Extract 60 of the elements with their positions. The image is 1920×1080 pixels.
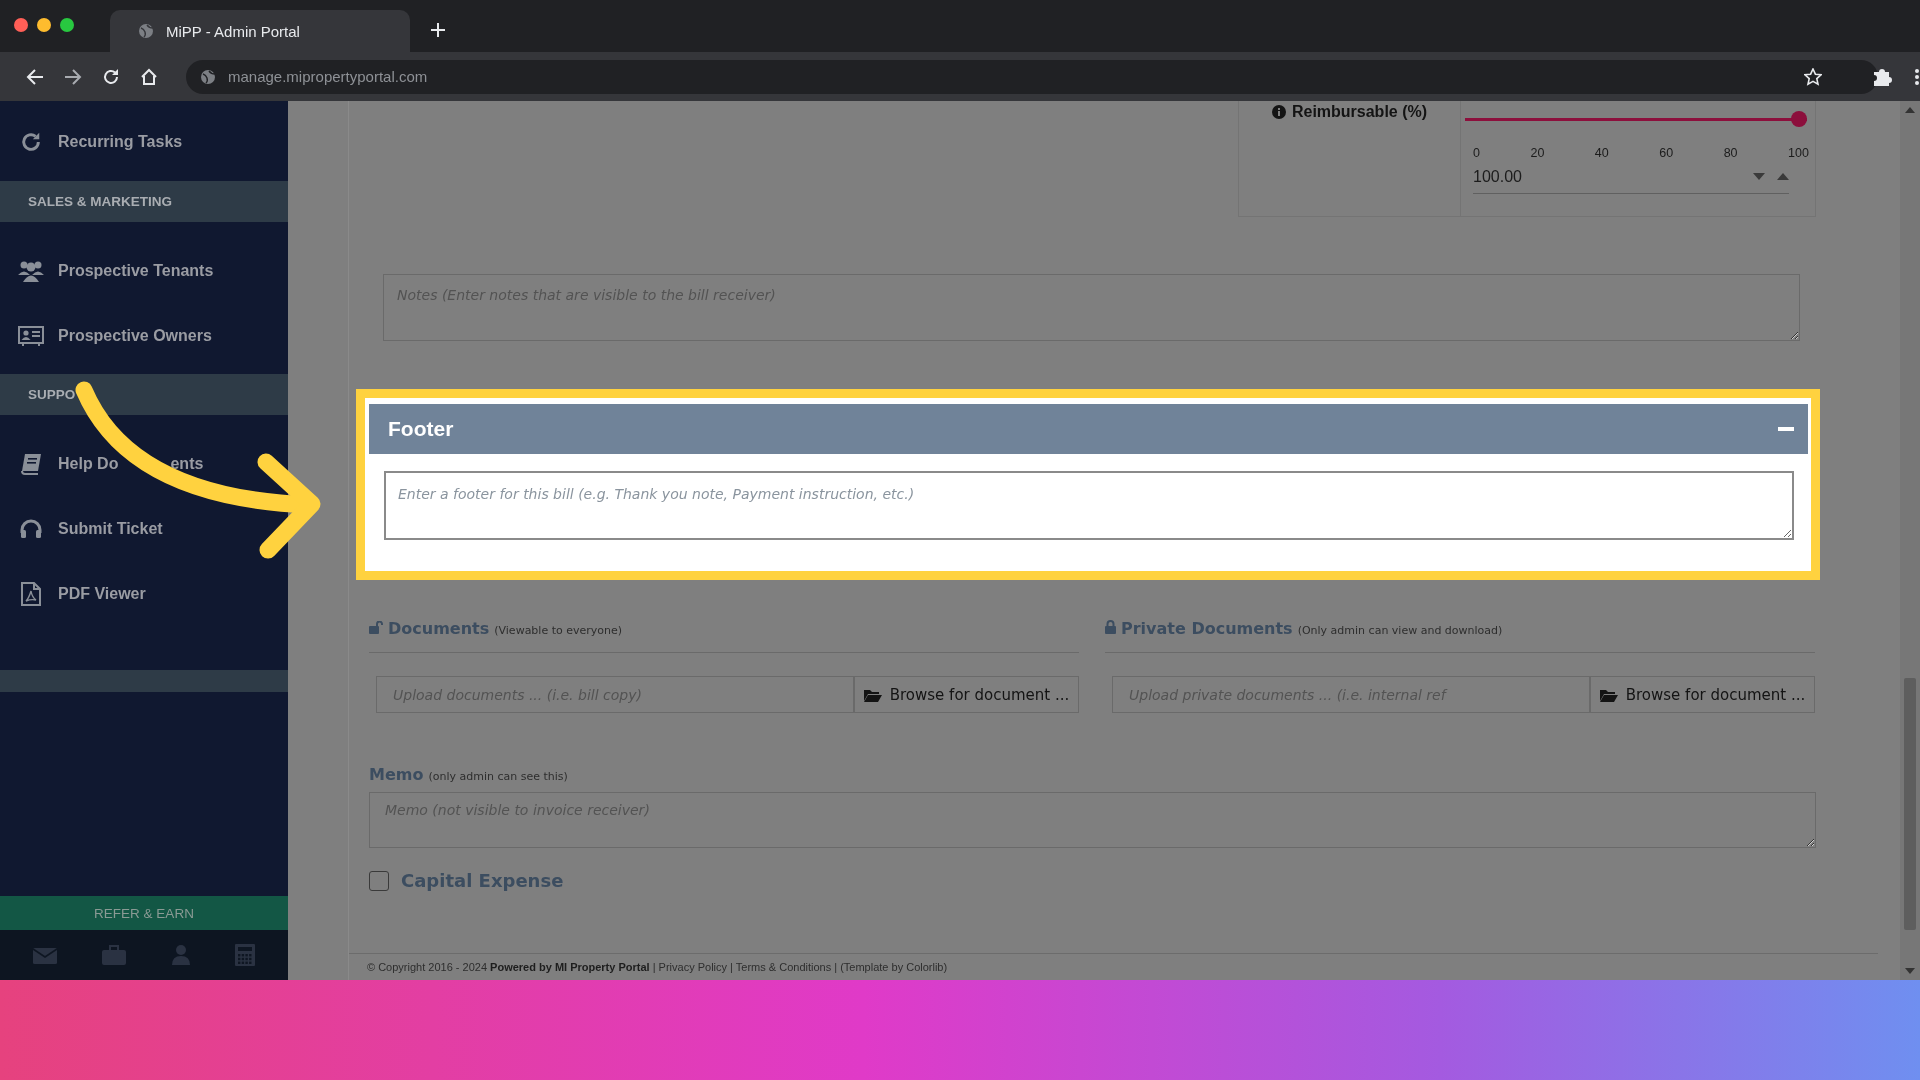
folder-icon <box>863 687 882 702</box>
back-arrow-icon[interactable] <box>26 67 44 86</box>
scroll-down-icon[interactable] <box>1905 968 1915 974</box>
tick-label: 80 <box>1723 146 1738 160</box>
panel-header[interactable]: Footer <box>369 404 1808 454</box>
reload-icon[interactable] <box>102 67 120 86</box>
sidebar-item[interactable]: Recurring Tasks <box>0 101 288 175</box>
browse-button[interactable]: Browse for document ... <box>1590 676 1815 713</box>
tick-label: 20 <box>1530 146 1545 160</box>
checkbox-label: Capital Expense <box>401 870 564 891</box>
close-window-button[interactable] <box>14 18 28 32</box>
new-tab-icon[interactable] <box>430 22 446 38</box>
sidebar-item[interactable]: Submit Ticket <box>0 496 288 561</box>
pdf-file-icon <box>21 581 41 606</box>
sidebar-item[interactable]: Prospective Owners <box>0 303 288 368</box>
refresh-icon <box>20 131 42 153</box>
field-note: (only admin can see this) <box>428 770 568 783</box>
scroll-up-icon[interactable] <box>1905 107 1915 113</box>
minimize-window-button[interactable] <box>37 18 51 32</box>
increment-icon[interactable] <box>1777 173 1789 180</box>
section-note: (Only admin can view and download) <box>1297 624 1503 637</box>
section-header: SUPPO <box>0 374 288 415</box>
book-icon <box>20 452 42 475</box>
slider-thumb[interactable] <box>1791 111 1807 127</box>
maximize-window-button[interactable] <box>60 18 74 32</box>
footer-field[interactable]: Enter a footer for this bill (e.g. Thank you note, Payment instruction, etc.) <box>384 471 1794 540</box>
info-icon <box>1271 105 1286 119</box>
section-title: Documents <box>388 619 490 638</box>
sidebar-item[interactable]: PDF Viewer <box>0 561 288 626</box>
field-label: Memo <box>369 765 424 784</box>
menu-icon[interactable] <box>1914 67 1920 86</box>
decrement-icon[interactable] <box>1753 173 1765 180</box>
tick-label: 100 <box>1788 146 1809 160</box>
puzzle-piece-icon[interactable] <box>1872 66 1892 87</box>
scrollbar-thumb[interactable] <box>1904 678 1916 930</box>
group-icon <box>18 259 44 282</box>
tick-label: 40 <box>1594 146 1609 160</box>
tick-label: 60 <box>1659 146 1674 160</box>
sidebar-item[interactable]: Help Do ents <box>0 431 288 496</box>
id-card-icon <box>18 325 44 346</box>
tick-label: 0 <box>1473 146 1480 160</box>
section-title: Private Documents <box>1121 619 1293 638</box>
copyright-text: © Copyright 2016 - 2024 Powered by MI Property Portal | Privacy Policy | Terms & Conditions | (Template by Colorlib) <box>367 961 948 973</box>
headset-icon <box>20 518 42 539</box>
globe-icon <box>200 68 216 85</box>
slider-track[interactable] <box>1465 111 1807 127</box>
sidebar-item[interactable]: Prospective Tenants <box>0 238 288 303</box>
checkbox[interactable] <box>369 870 389 891</box>
section-header: SALES & MARKETING <box>0 181 288 222</box>
star-icon[interactable] <box>1804 67 1822 86</box>
globe-icon <box>138 23 154 39</box>
browse-button[interactable]: Browse for document ... <box>854 676 1079 713</box>
section-note: (Viewable to everyone) <box>494 624 623 637</box>
folder-icon <box>1599 687 1618 702</box>
home-icon[interactable] <box>140 67 158 86</box>
field-label: Reimbursable (%) <box>1291 103 1428 121</box>
number-field[interactable]: 100.00 <box>1473 160 1789 194</box>
forward-arrow-icon[interactable] <box>64 67 82 86</box>
address-bar[interactable]: manage.mipropertyportal.com <box>186 59 1878 94</box>
browser-tab[interactable]: MiPP - Admin Portal <box>110 10 410 52</box>
